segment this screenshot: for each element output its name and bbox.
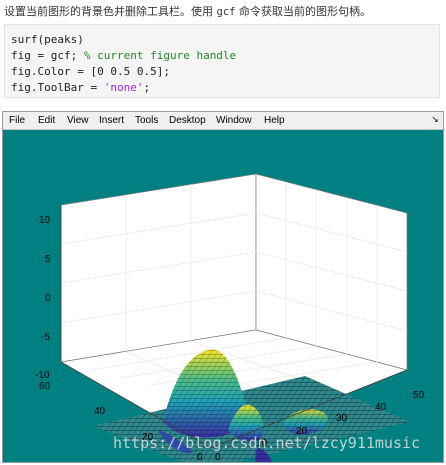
x-tick: 30 <box>336 413 348 424</box>
x-tick: 50 <box>413 390 425 401</box>
dock-arrow-icon[interactable]: ↘ <box>430 115 440 125</box>
description-before: 设置当前图形的背景色并删除工具栏。使用 <box>4 5 217 18</box>
y-tick: 40 <box>94 406 106 417</box>
menu-desktop[interactable]: Desktop <box>169 115 206 126</box>
code-line-4-code: fig.ToolBar = <box>11 81 104 94</box>
y-tick: 0 <box>197 452 203 462</box>
menu-edit[interactable]: Edit <box>38 115 55 126</box>
x-tick: 40 <box>375 402 387 413</box>
menu-file[interactable]: File <box>9 115 25 126</box>
code-line-2: fig = gcf; % current figure handle <box>11 49 236 62</box>
watermark: https://blog.csdn.net/lzcy911music <box>113 434 421 452</box>
z-axis-ticks: 10 5 0 -5 -10 <box>35 215 51 381</box>
menu-insert[interactable]: Insert <box>99 115 124 126</box>
menu-window[interactable]: Window <box>216 115 252 126</box>
code-line-4-end: ; <box>143 81 151 94</box>
x-tick: 0 <box>215 452 221 462</box>
y-tick: 60 <box>39 381 51 392</box>
back-wall-left <box>60 173 257 363</box>
code-line-4: fig.ToolBar = 'none'; <box>11 81 150 94</box>
z-tick: 0 <box>45 293 51 304</box>
z-tick: 5 <box>45 254 51 265</box>
code-line-3: fig.Color = [0 0.5 0.5]; <box>11 65 170 78</box>
code-line-1: surf(peaks) <box>11 33 84 46</box>
description-after: 命令获取当前的图形句柄。 <box>235 5 371 18</box>
code-block: surf(peaks) fig = gcf; % current figure … <box>4 24 440 98</box>
figure-menubar: File Edit View Insert Tools Desktop Wind… <box>3 112 443 130</box>
code-line-2-code: fig = gcf; <box>11 49 84 62</box>
code-line-4-string: 'none' <box>103 81 144 94</box>
z-tick: 10 <box>39 215 51 226</box>
menu-tools[interactable]: Tools <box>135 115 158 126</box>
surf-plot: 10 5 0 -5 -10 60 40 20 0 0 10 20 30 40 5… <box>35 173 425 462</box>
menu-help[interactable]: Help <box>264 115 285 126</box>
description-code-word: gcf <box>216 6 236 18</box>
menu-view[interactable]: View <box>67 115 89 126</box>
z-tick: -10 <box>35 370 50 381</box>
code-line-2-comment: % current figure handle <box>83 49 237 62</box>
figure-window: File Edit View Insert Tools Desktop Wind… <box>2 111 444 463</box>
z-tick: -5 <box>41 332 50 343</box>
description-text: 设置当前图形的背景色并删除工具栏。使用 gcf 命令获取当前的图形句柄。 <box>4 3 371 19</box>
